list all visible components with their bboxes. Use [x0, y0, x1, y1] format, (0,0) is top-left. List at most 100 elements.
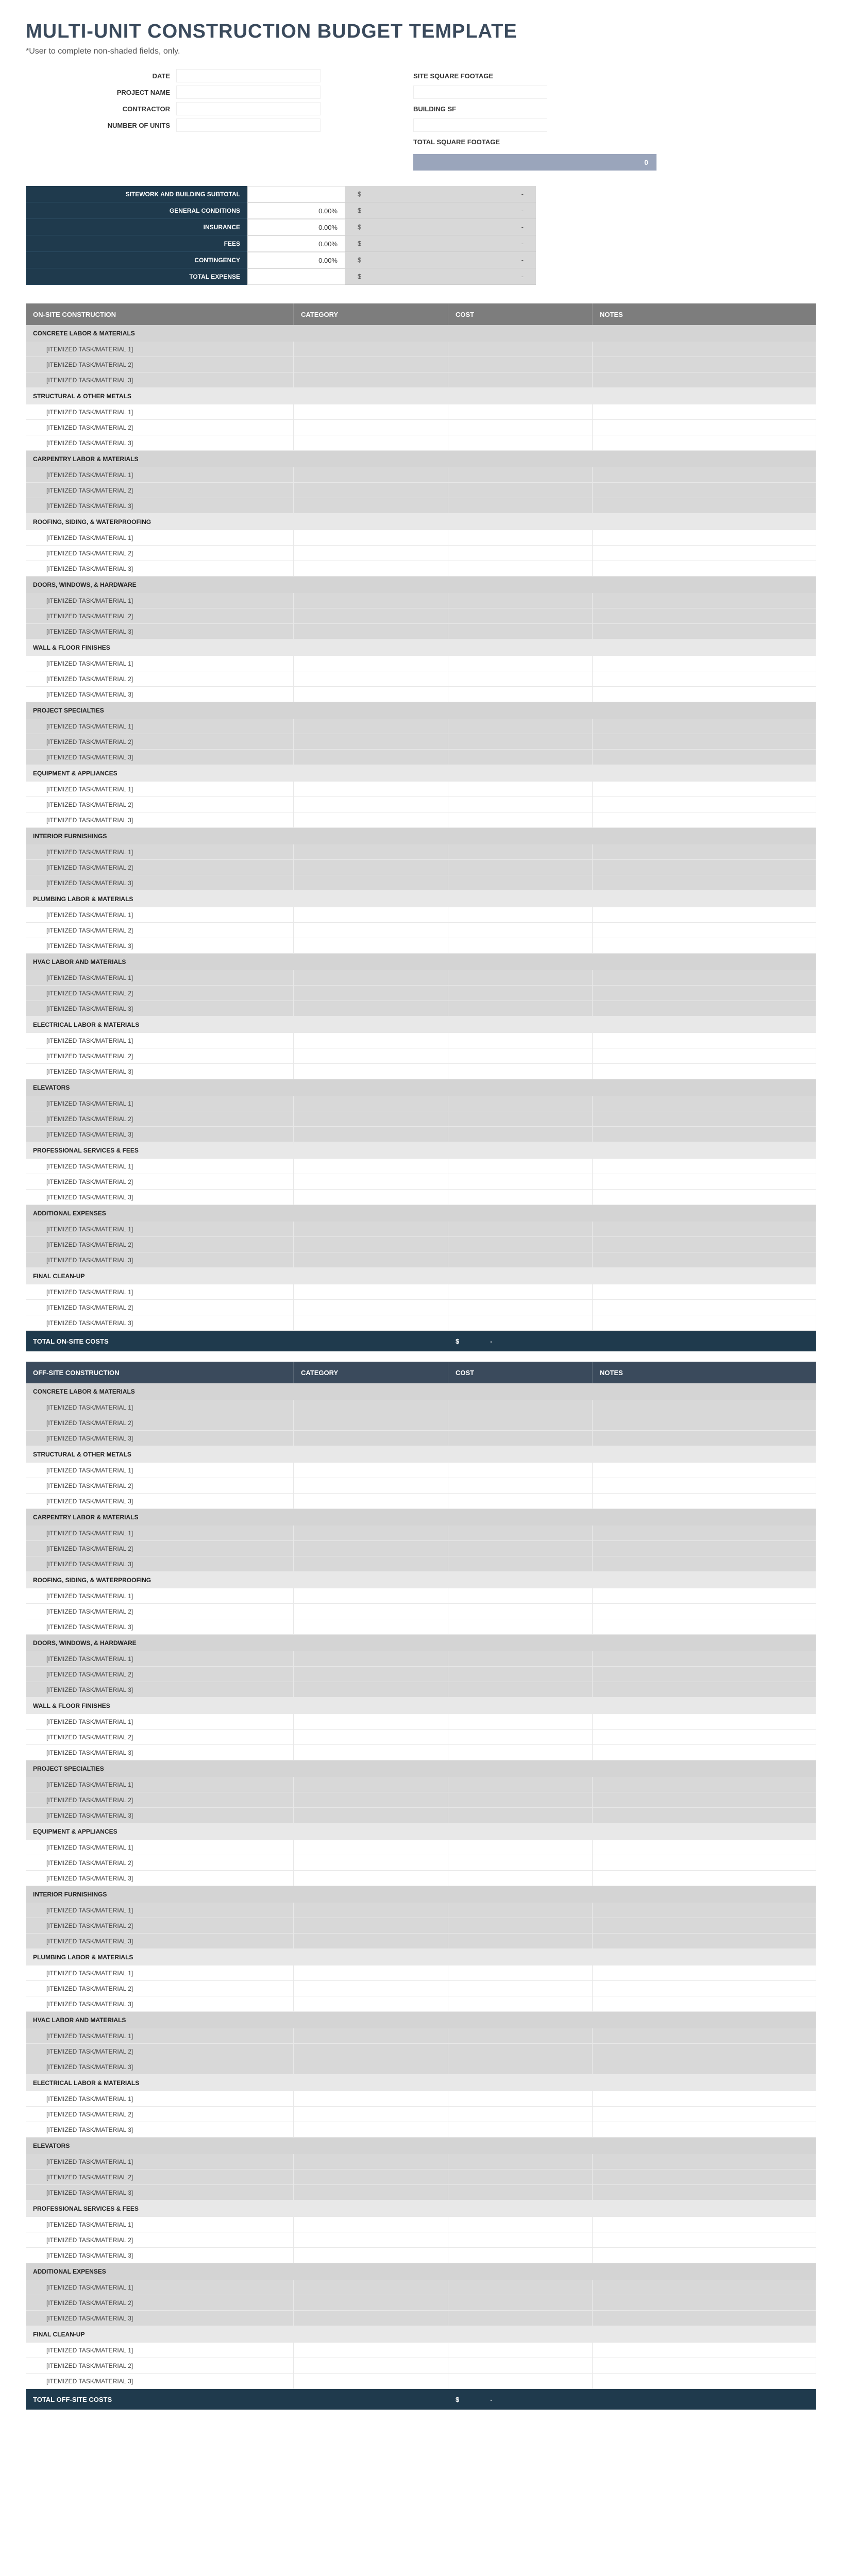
item-task[interactable]: [ITEMIZED TASK/MATERIAL 3]: [26, 1556, 294, 1572]
item-cost[interactable]: [448, 923, 593, 938]
item-category[interactable]: [294, 1541, 448, 1556]
item-task[interactable]: [ITEMIZED TASK/MATERIAL 1]: [26, 1588, 294, 1604]
contractor-input[interactable]: [176, 102, 321, 115]
item-notes[interactable]: [593, 420, 816, 435]
item-notes[interactable]: [593, 624, 816, 639]
item-task[interactable]: [ITEMIZED TASK/MATERIAL 3]: [26, 687, 294, 702]
item-notes[interactable]: [593, 561, 816, 577]
item-category[interactable]: [294, 2280, 448, 2295]
item-cost[interactable]: [448, 2059, 593, 2075]
item-category[interactable]: [294, 1190, 448, 1205]
item-category[interactable]: [294, 561, 448, 577]
item-cost[interactable]: [448, 1871, 593, 1886]
item-task[interactable]: [ITEMIZED TASK/MATERIAL 3]: [26, 875, 294, 891]
item-cost[interactable]: [448, 2154, 593, 2170]
item-task[interactable]: [ITEMIZED TASK/MATERIAL 1]: [26, 844, 294, 860]
item-task[interactable]: [ITEMIZED TASK/MATERIAL 2]: [26, 671, 294, 687]
item-notes[interactable]: [593, 2311, 816, 2326]
item-task[interactable]: [ITEMIZED TASK/MATERIAL 3]: [26, 1064, 294, 1079]
item-notes[interactable]: [593, 1981, 816, 1996]
item-notes[interactable]: [593, 986, 816, 1001]
item-cost[interactable]: [448, 435, 593, 451]
item-category[interactable]: [294, 1237, 448, 1252]
item-category[interactable]: [294, 1918, 448, 1934]
item-notes[interactable]: [593, 1463, 816, 1478]
item-task[interactable]: [ITEMIZED TASK/MATERIAL 1]: [26, 467, 294, 483]
item-cost[interactable]: [448, 498, 593, 514]
item-task[interactable]: [ITEMIZED TASK/MATERIAL 2]: [26, 1478, 294, 1494]
item-category[interactable]: [294, 1682, 448, 1698]
item-task[interactable]: [ITEMIZED TASK/MATERIAL 2]: [26, 2295, 294, 2311]
item-cost[interactable]: [448, 624, 593, 639]
item-category[interactable]: [294, 1415, 448, 1431]
item-task[interactable]: [ITEMIZED TASK/MATERIAL 2]: [26, 1792, 294, 1808]
item-cost[interactable]: [448, 970, 593, 986]
item-cost[interactable]: [448, 2358, 593, 2374]
item-cost[interactable]: [448, 530, 593, 546]
item-notes[interactable]: [593, 1478, 816, 1494]
item-task[interactable]: [ITEMIZED TASK/MATERIAL 1]: [26, 2091, 294, 2107]
item-category[interactable]: [294, 1064, 448, 1079]
item-category[interactable]: [294, 2232, 448, 2248]
item-category[interactable]: [294, 2154, 448, 2170]
item-category[interactable]: [294, 608, 448, 624]
item-notes[interactable]: [593, 1284, 816, 1300]
item-notes[interactable]: [593, 1048, 816, 1064]
item-task[interactable]: [ITEMIZED TASK/MATERIAL 2]: [26, 923, 294, 938]
item-category[interactable]: [294, 1792, 448, 1808]
item-category[interactable]: [294, 2028, 448, 2044]
item-category[interactable]: [294, 844, 448, 860]
item-notes[interactable]: [593, 2295, 816, 2311]
item-task[interactable]: [ITEMIZED TASK/MATERIAL 3]: [26, 1315, 294, 1331]
item-notes[interactable]: [593, 2170, 816, 2185]
item-cost[interactable]: [448, 1808, 593, 1823]
item-category[interactable]: [294, 2217, 448, 2232]
item-task[interactable]: [ITEMIZED TASK/MATERIAL 2]: [26, 546, 294, 561]
item-cost[interactable]: [448, 860, 593, 875]
item-category[interactable]: [294, 970, 448, 986]
item-task[interactable]: [ITEMIZED TASK/MATERIAL 3]: [26, 2311, 294, 2326]
item-category[interactable]: [294, 656, 448, 671]
item-cost[interactable]: [448, 875, 593, 891]
item-category[interactable]: [294, 1619, 448, 1635]
item-notes[interactable]: [593, 2091, 816, 2107]
item-task[interactable]: [ITEMIZED TASK/MATERIAL 2]: [26, 2232, 294, 2248]
item-category[interactable]: [294, 1996, 448, 2012]
item-notes[interactable]: [593, 2028, 816, 2044]
item-cost[interactable]: [448, 687, 593, 702]
item-task[interactable]: [ITEMIZED TASK/MATERIAL 3]: [26, 750, 294, 765]
item-notes[interactable]: [593, 1840, 816, 1855]
item-category[interactable]: [294, 1840, 448, 1855]
item-task[interactable]: [ITEMIZED TASK/MATERIAL 2]: [26, 734, 294, 750]
item-cost[interactable]: [448, 719, 593, 734]
item-notes[interactable]: [593, 1190, 816, 1205]
item-category[interactable]: [294, 1745, 448, 1760]
item-notes[interactable]: [593, 1033, 816, 1048]
item-category[interactable]: [294, 467, 448, 483]
item-cost[interactable]: [448, 1300, 593, 1315]
item-cost[interactable]: [448, 734, 593, 750]
item-task[interactable]: [ITEMIZED TASK/MATERIAL 2]: [26, 1918, 294, 1934]
item-cost[interactable]: [448, 1840, 593, 1855]
item-task[interactable]: [ITEMIZED TASK/MATERIAL 2]: [26, 1237, 294, 1252]
item-cost[interactable]: [448, 2107, 593, 2122]
item-task[interactable]: [ITEMIZED TASK/MATERIAL 3]: [26, 1934, 294, 1949]
item-task[interactable]: [ITEMIZED TASK/MATERIAL 1]: [26, 1965, 294, 1981]
item-cost[interactable]: [448, 1284, 593, 1300]
item-category[interactable]: [294, 1526, 448, 1541]
item-category[interactable]: [294, 2091, 448, 2107]
item-notes[interactable]: [593, 1855, 816, 1871]
item-category[interactable]: [294, 498, 448, 514]
item-category[interactable]: [294, 1965, 448, 1981]
item-task[interactable]: [ITEMIZED TASK/MATERIAL 1]: [26, 2217, 294, 2232]
item-cost[interactable]: [448, 1541, 593, 1556]
item-task[interactable]: [ITEMIZED TASK/MATERIAL 3]: [26, 1001, 294, 1016]
item-task[interactable]: [ITEMIZED TASK/MATERIAL 3]: [26, 624, 294, 639]
item-cost[interactable]: [448, 1745, 593, 1760]
item-notes[interactable]: [593, 546, 816, 561]
item-category[interactable]: [294, 530, 448, 546]
item-category[interactable]: [294, 1431, 448, 1446]
item-notes[interactable]: [593, 782, 816, 797]
item-task[interactable]: [ITEMIZED TASK/MATERIAL 3]: [26, 1619, 294, 1635]
item-notes[interactable]: [593, 1588, 816, 1604]
